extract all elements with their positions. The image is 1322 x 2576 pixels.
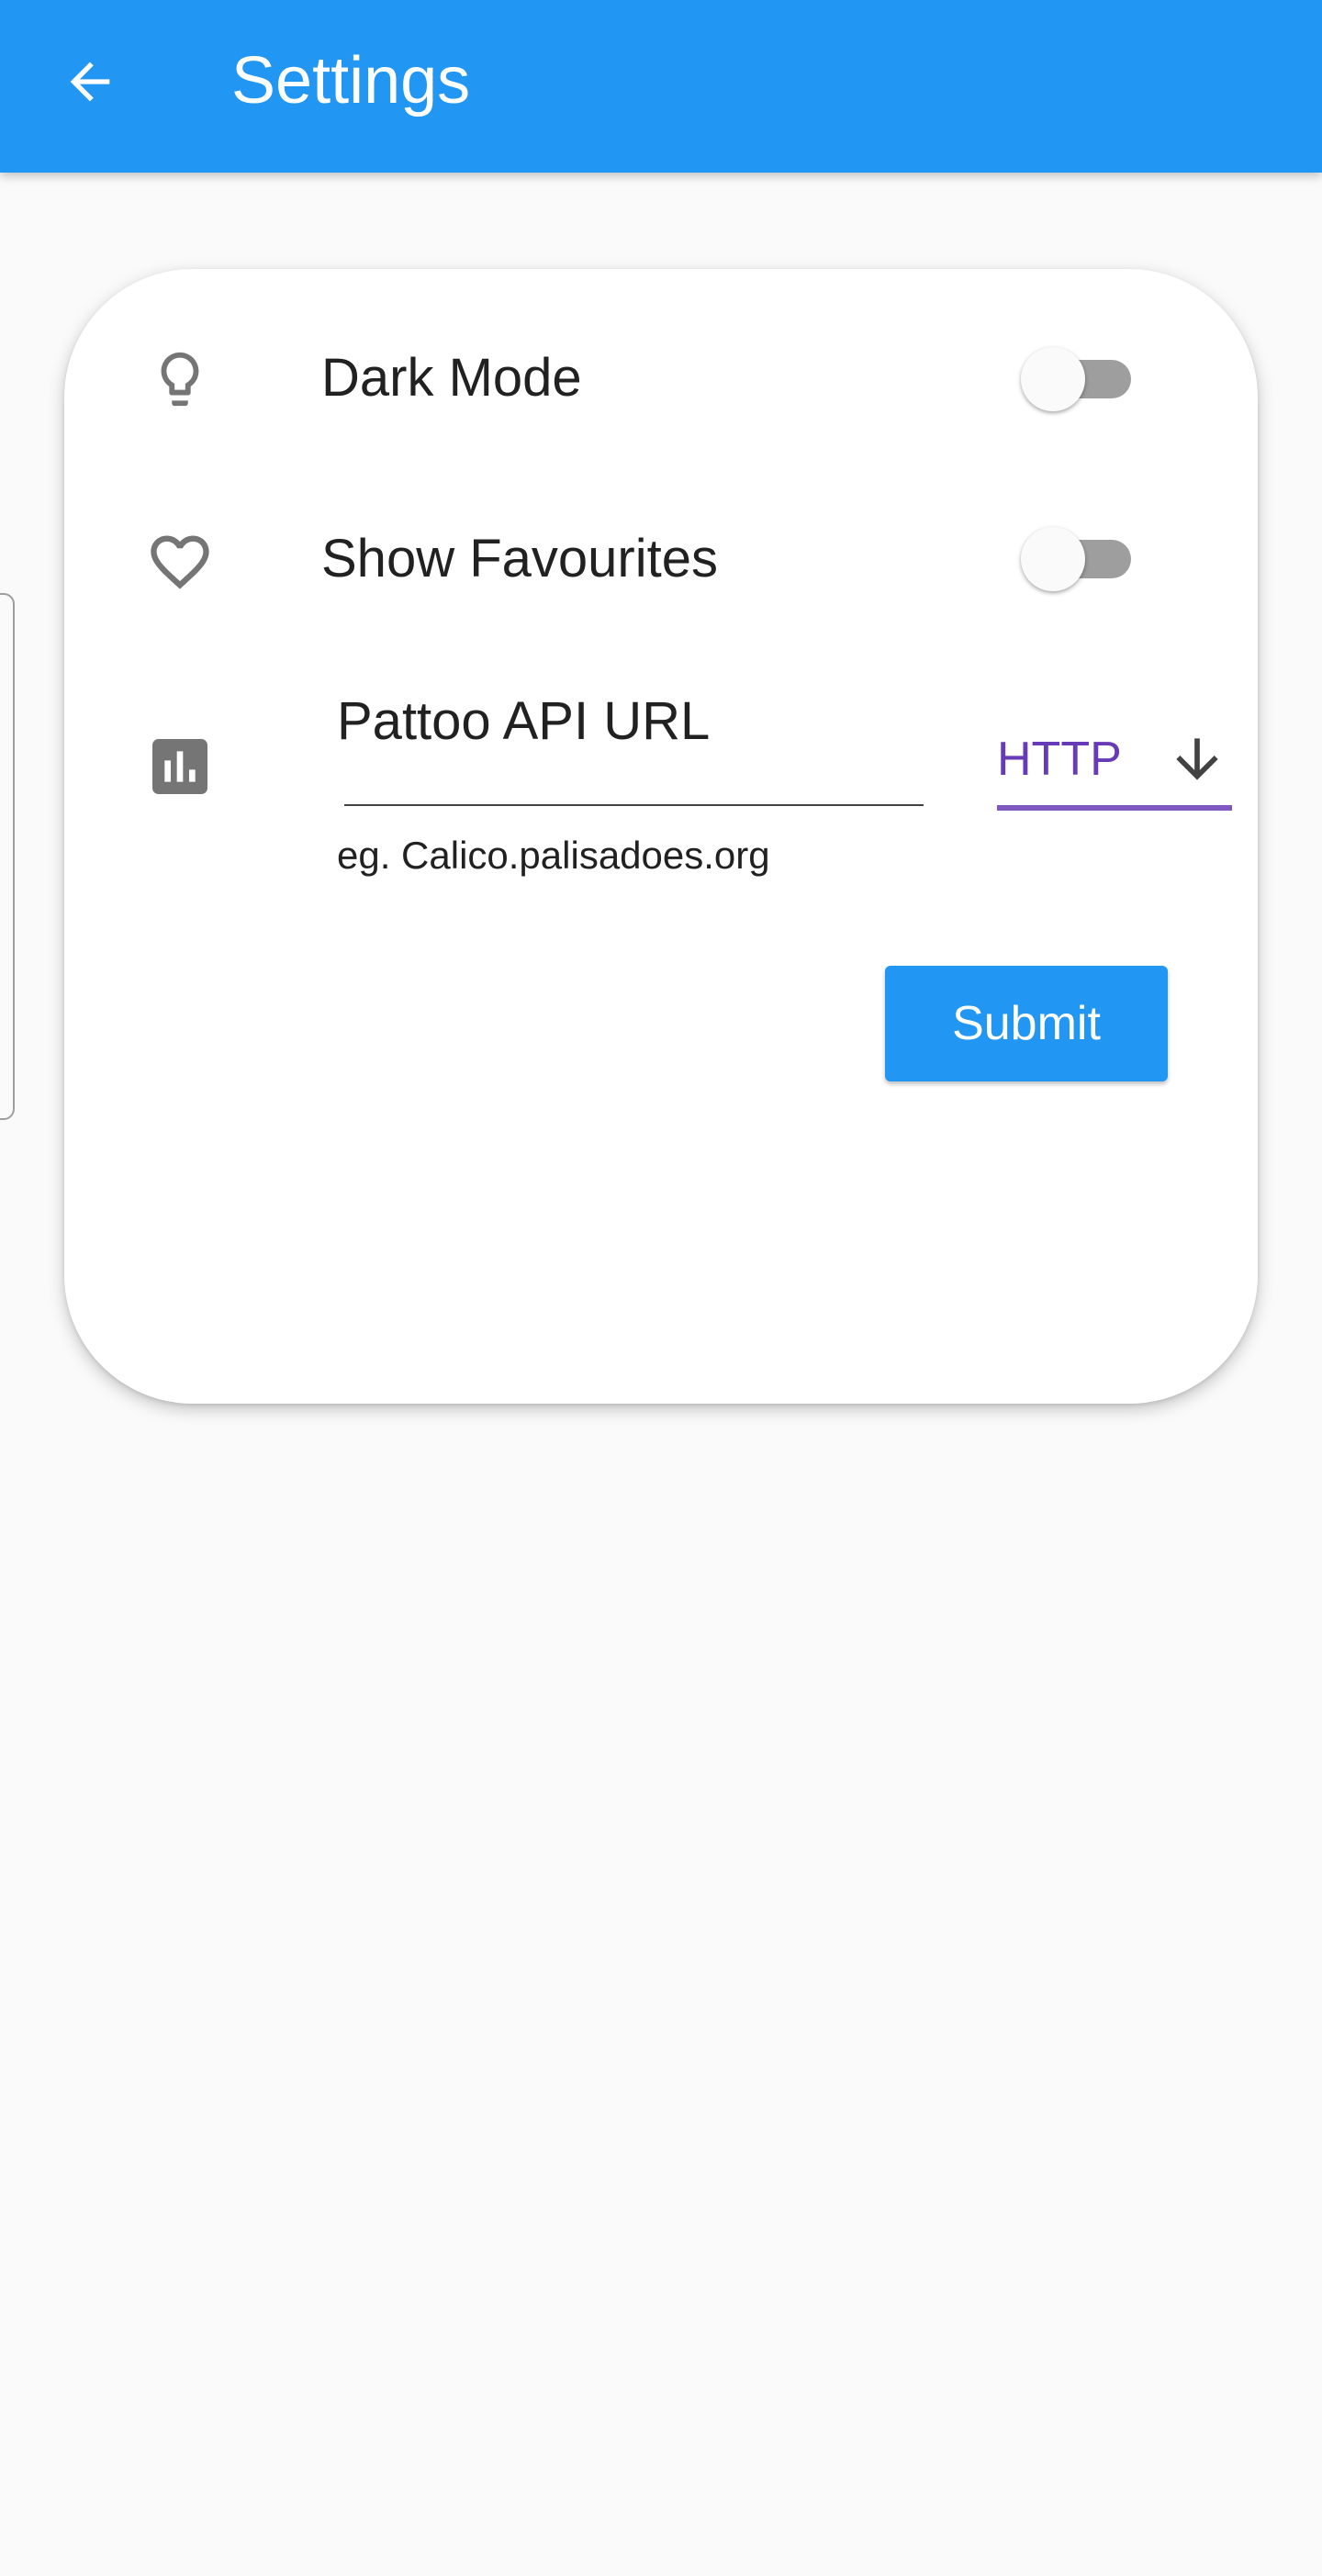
show-favourites-switch[interactable] — [1021, 527, 1137, 591]
switch-thumb — [1021, 347, 1085, 411]
api-url-underline — [344, 804, 924, 806]
dark-mode-switch[interactable] — [1021, 347, 1137, 411]
side-drawer-edge[interactable] — [0, 593, 15, 1120]
page-title: Settings — [231, 44, 471, 118]
settings-card: Dark Mode Show Favourites eg. Calico.pal… — [64, 269, 1258, 1404]
app-bar: Settings — [0, 0, 1322, 173]
api-url-helper-text: eg. Calico.palisadoes.org — [337, 834, 770, 877]
back-button[interactable] — [53, 45, 127, 118]
switch-thumb — [1021, 527, 1085, 591]
api-url-field[interactable] — [337, 691, 915, 752]
show-favourites-label: Show Favourites — [321, 529, 718, 588]
protocol-selected-value: HTTP — [997, 733, 1122, 786]
bar-chart-icon — [143, 730, 217, 803]
submit-button[interactable]: Submit — [885, 966, 1168, 1081]
lightbulb-icon — [143, 342, 217, 416]
arrow-down-icon — [1176, 738, 1218, 780]
heart-icon — [143, 525, 217, 599]
arrow-back-icon — [70, 62, 110, 102]
protocol-underline — [997, 805, 1232, 811]
protocol-dropdown[interactable]: HTTP — [997, 721, 1232, 811]
dark-mode-label: Dark Mode — [321, 348, 582, 408]
